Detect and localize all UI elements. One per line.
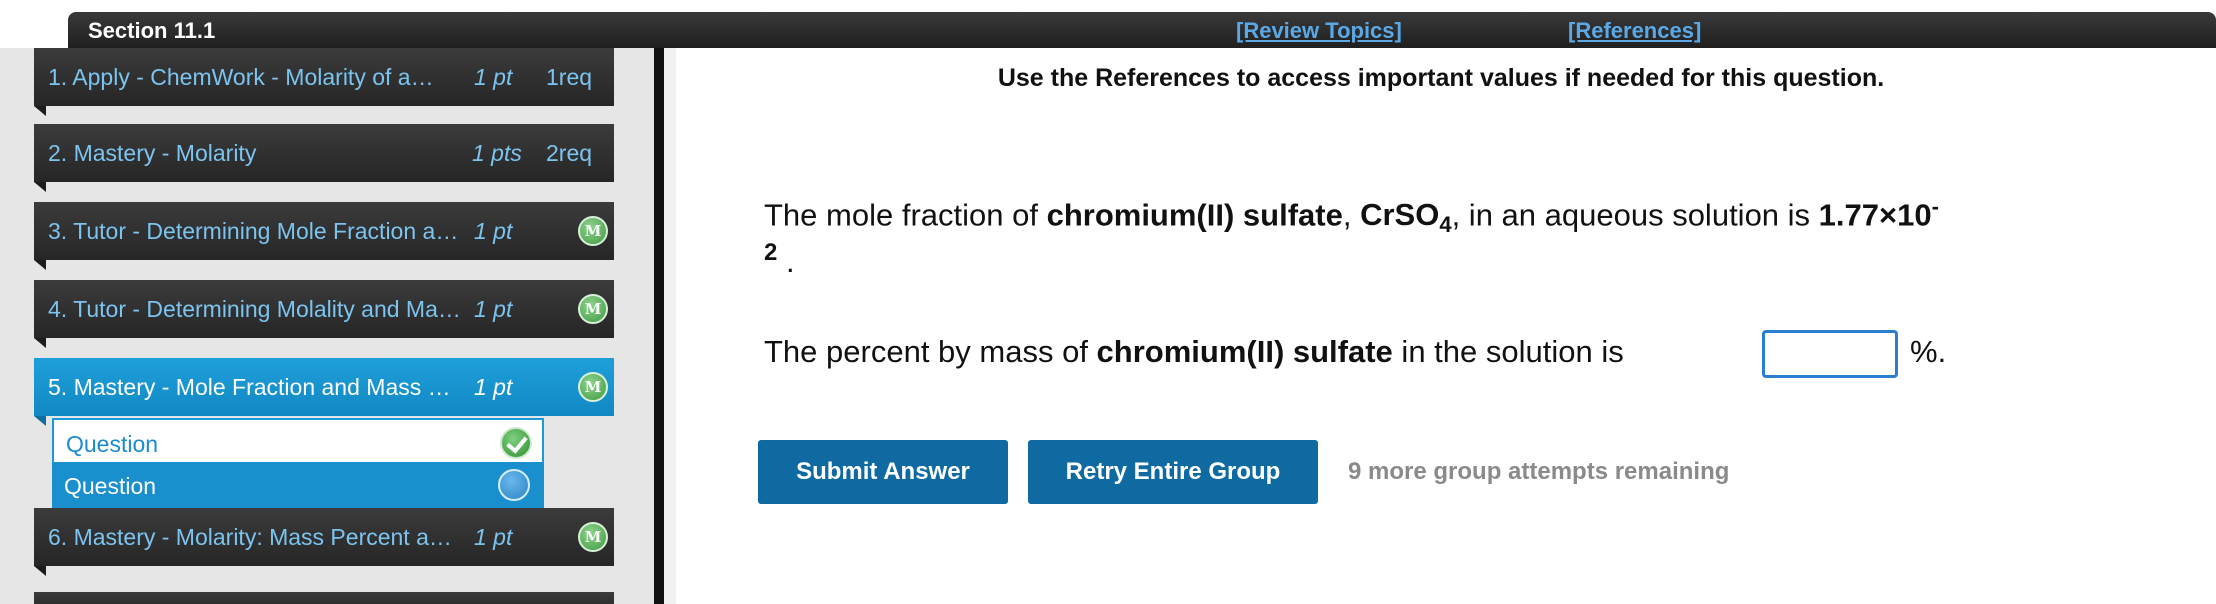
attempts-remaining: 9 more group attempts remaining bbox=[1348, 458, 1730, 485]
sidebar-item-points: 1 pt bbox=[474, 296, 513, 322]
in-progress-icon bbox=[498, 469, 530, 501]
mastery-badge-icon: M bbox=[578, 372, 608, 402]
sidebar-item-4[interactable]: 4. Tutor - Determining Molality and Ma… … bbox=[34, 280, 614, 348]
compound-name: chromium(II) sulfate bbox=[1096, 334, 1393, 369]
sub-question-2[interactable]: Question bbox=[52, 462, 544, 508]
sidebar-item-6[interactable]: 6. Mastery - Molarity: Mass Percent a… 1… bbox=[34, 508, 614, 576]
sidebar-item-label: 6. Mastery - Molarity: Mass Percent a… bbox=[48, 524, 452, 550]
sidebar-item-points: 1 pt bbox=[474, 218, 513, 244]
references-note: Use the References to access important v… bbox=[997, 64, 1885, 92]
sidebar-item-points: 1 pts bbox=[472, 140, 522, 166]
mole-fraction-value: 1.77×10 bbox=[1818, 197, 1932, 233]
section-header-bar: Section 11.1 [Review Topics] [References… bbox=[68, 12, 2216, 48]
sidebar-item-5[interactable]: 5. Mastery - Mole Fraction and Mass … 1 … bbox=[34, 358, 614, 426]
sidebar-item-2[interactable]: 2. Mastery - Molarity 1 pts 2req bbox=[34, 124, 614, 192]
sidebar-item-points: 1 pt bbox=[474, 524, 513, 550]
mole-fraction-statement: The mole fraction of chromium(II) sulfat… bbox=[764, 194, 1939, 238]
check-icon bbox=[500, 427, 532, 459]
percent-mass-answer-input[interactable] bbox=[1762, 330, 1898, 378]
review-topics-link[interactable]: [Review Topics] bbox=[1236, 18, 1402, 44]
section-title: Section 11.1 bbox=[88, 18, 216, 43]
sidebar-item-label: 5. Mastery - Mole Fraction and Mass … bbox=[48, 374, 451, 400]
submit-answer-button[interactable]: Submit Answer bbox=[758, 440, 1008, 504]
sidebar-item-7[interactable] bbox=[34, 592, 614, 604]
compound-formula: CrSO4 bbox=[1360, 197, 1452, 238]
mastery-badge-icon: M bbox=[578, 294, 608, 324]
percent-mass-prompt: The percent by mass of chromium(II) sulf… bbox=[764, 334, 1624, 369]
references-link[interactable]: [References] bbox=[1568, 18, 1701, 44]
sidebar-item-label: 3. Tutor - Determining Mole Fraction a… bbox=[48, 218, 459, 244]
sidebar-item-1[interactable]: 1. Apply - ChemWork - Molarity of a… 1 p… bbox=[34, 48, 614, 116]
percent-unit: %. bbox=[1910, 334, 1947, 369]
sidebar-item-label: 2. Mastery - Molarity bbox=[48, 140, 257, 166]
sidebar-item-points: 1 pt bbox=[474, 374, 513, 400]
panel-divider[interactable] bbox=[654, 48, 664, 604]
sidebar-item-label: 4. Tutor - Determining Molality and Ma… bbox=[48, 296, 461, 322]
sub-question-label: Question bbox=[66, 431, 159, 457]
compound-name: chromium(II) sulfate bbox=[1046, 197, 1343, 233]
sidebar-item-3[interactable]: 3. Tutor - Determining Mole Fraction a… … bbox=[34, 202, 614, 270]
mole-fraction-exponent: 2 . bbox=[764, 239, 795, 279]
sidebar-item-req: 1req bbox=[546, 64, 593, 90]
mastery-badge-icon: M bbox=[578, 216, 608, 246]
sidebar-item-req: 2req bbox=[546, 140, 593, 166]
sidebar-item-points: 1 pt bbox=[474, 64, 513, 90]
sub-question-label: Question bbox=[64, 473, 157, 499]
question-panel: Use the References to access important v… bbox=[676, 48, 2206, 604]
retry-group-button[interactable]: Retry Entire Group bbox=[1028, 440, 1318, 504]
main-panel-border bbox=[664, 48, 676, 604]
sub-question-1[interactable]: Question bbox=[52, 418, 544, 464]
mastery-badge-icon: M bbox=[578, 522, 608, 552]
sidebar-item-label: 1. Apply - ChemWork - Molarity of a… bbox=[48, 64, 434, 90]
